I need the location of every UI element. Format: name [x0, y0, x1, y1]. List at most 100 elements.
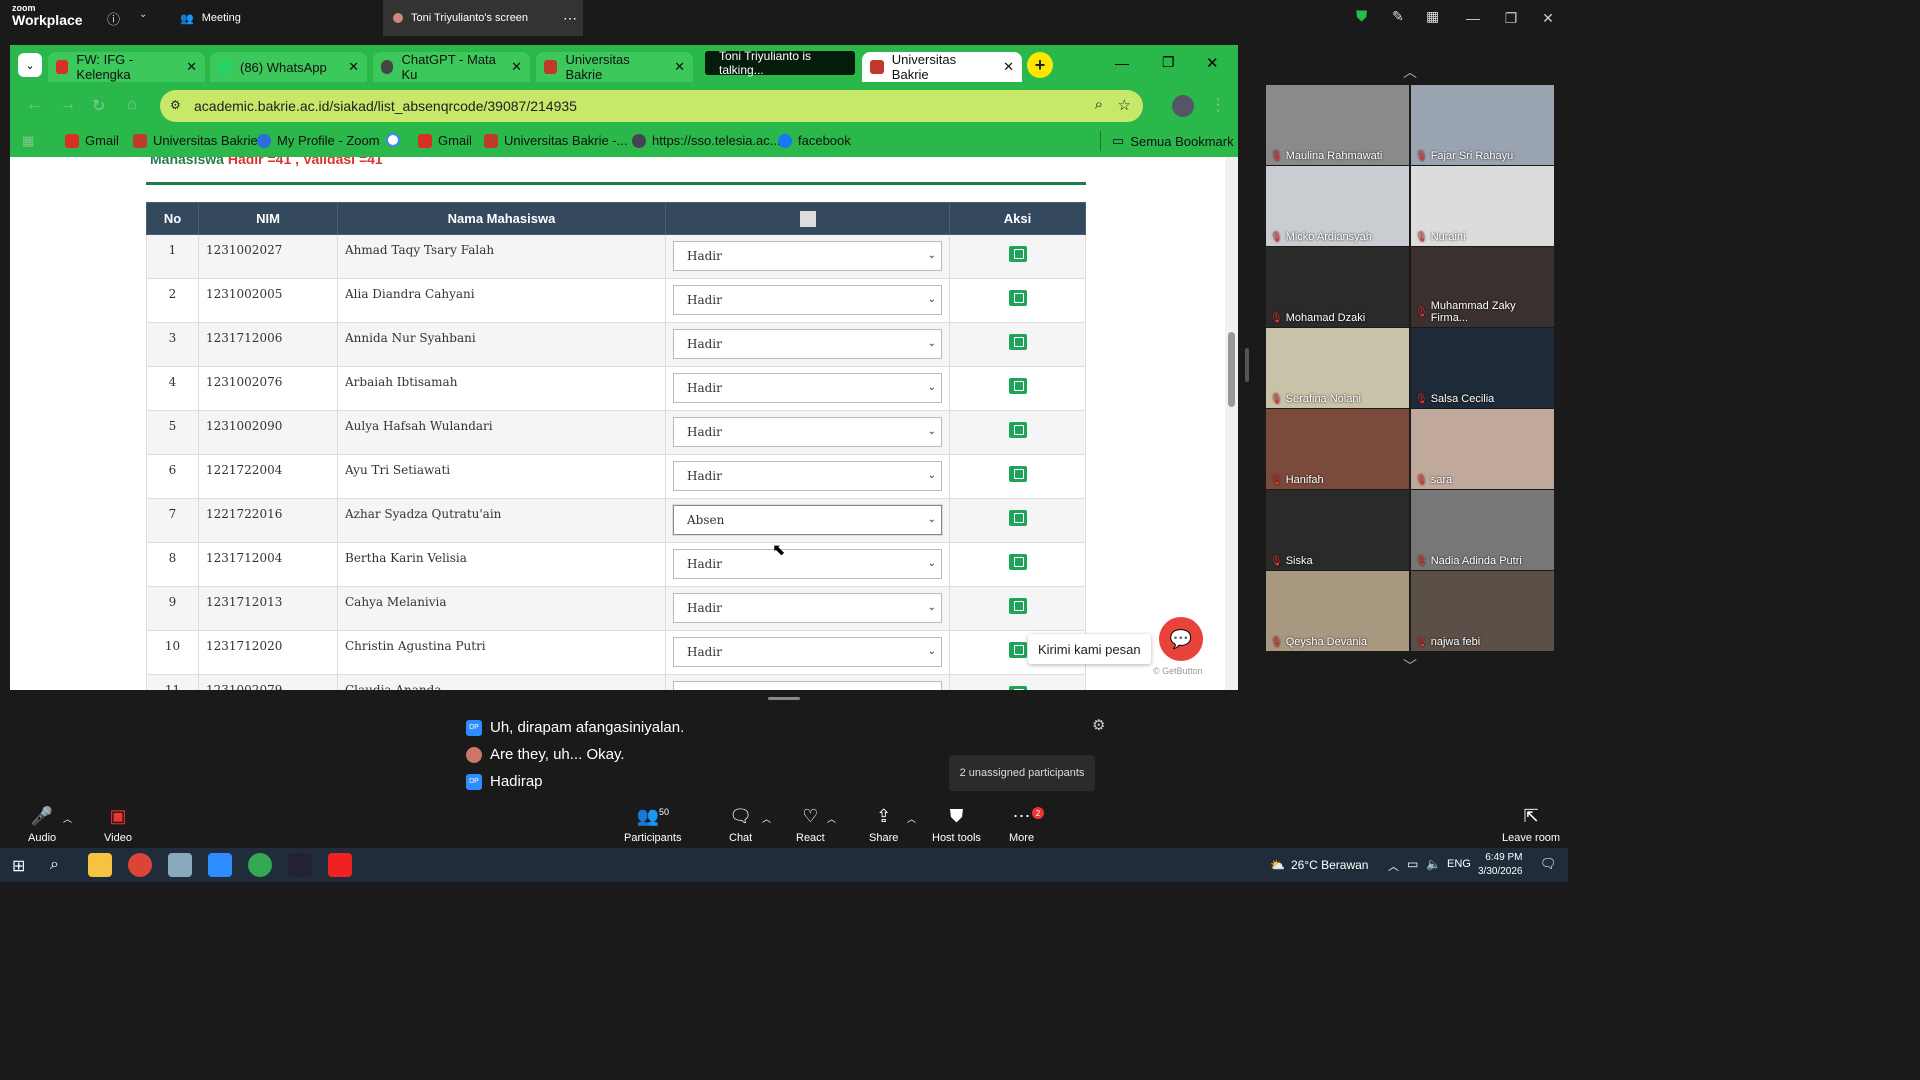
search-icon[interactable]: ⌕ — [50, 856, 59, 874]
save-icon[interactable] — [1008, 246, 1027, 262]
zoom-icon[interactable]: ⌕ — [1095, 96, 1103, 113]
bookmark-facebook[interactable]: facebook — [778, 133, 851, 148]
chat-button[interactable]: 🗨 Chat — [729, 806, 752, 844]
share-button[interactable]: ⇪ Share — [869, 806, 898, 844]
clock[interactable]: 6:49 PM 3/30/2026 — [1478, 851, 1523, 879]
close-tab-icon[interactable]: ✕ — [674, 59, 685, 75]
participant-tile[interactable]: 🎙 Micko Ardiansyah — [1266, 166, 1409, 246]
new-tab-button[interactable]: + — [1027, 52, 1053, 78]
participant-tile[interactable]: 🎙 Salsa Cecilia — [1411, 328, 1554, 408]
volume-icon[interactable]: 🔈 — [1426, 857, 1441, 871]
apps-icon[interactable]: ▦ — [22, 133, 34, 149]
attendance-status-select[interactable]: Hadir⌄ — [673, 593, 942, 623]
maximize-button[interactable]: ❐ — [1493, 0, 1529, 36]
participant-tile[interactable]: 🎙 najwa febi — [1411, 571, 1554, 651]
participant-tile[interactable]: 🎙 Qeysha Devania — [1266, 571, 1409, 651]
file-explorer-icon[interactable] — [88, 853, 112, 877]
info-icon[interactable]: ⓘ — [107, 9, 120, 28]
back-icon[interactable]: ← — [26, 96, 42, 114]
browser-tab-outlook[interactable]: FW: IFG - Kelengka ✕ — [48, 52, 205, 82]
host-tools-button[interactable]: ⛊ Host tools — [932, 806, 981, 844]
participant-tile[interactable]: 🎙 Hanifah — [1266, 409, 1409, 489]
tab-meeting[interactable]: 👥 Meeting — [160, 0, 382, 36]
save-icon[interactable] — [1008, 466, 1027, 482]
menu-icon[interactable]: ⋮ — [1210, 95, 1226, 115]
gallery-down-icon[interactable]: ﹀ — [1403, 656, 1417, 676]
tab-search-icon[interactable]: ⌄ — [18, 53, 42, 77]
attendance-status-select[interactable]: Hadir⌄ — [673, 681, 942, 690]
browser-tab-whatsapp[interactable]: (86) WhatsApp ✕ — [210, 52, 367, 82]
gallery-up-icon[interactable]: ︿ — [1403, 62, 1417, 82]
attendance-status-select[interactable]: Absen ⌄ — [673, 505, 942, 535]
close-button[interactable]: ✕ — [1530, 0, 1566, 36]
bookmark-bakrie-2[interactable]: Universitas Bakrie -... — [484, 133, 628, 148]
participant-tile[interactable]: 🎙 Muhammad Zaky Firma... — [1411, 247, 1554, 327]
chat-options-icon[interactable]: ︿ — [762, 812, 771, 825]
scrollbar[interactable] — [1225, 157, 1238, 690]
attendance-status-select[interactable]: Hadir⌄ — [673, 241, 942, 271]
react-options-icon[interactable]: ︿ — [827, 812, 836, 825]
close-tab-icon[interactable]: ✕ — [186, 59, 197, 75]
google-icon[interactable] — [386, 133, 400, 147]
settings-icon[interactable]: ⚙ — [1092, 716, 1105, 734]
url-bar[interactable]: ⚙ academic.bakrie.ac.id/siakad/list_abse… — [160, 90, 1143, 122]
home-icon[interactable]: ⌂ — [127, 96, 137, 114]
save-icon[interactable] — [1008, 554, 1027, 570]
layout-icon[interactable]: ▦ — [1426, 8, 1439, 25]
browser-tab-bakrie[interactable]: Universitas Bakrie ✕ — [536, 52, 693, 82]
minimize-button[interactable]: — — [1115, 55, 1129, 71]
chevron-down-icon[interactable]: ⌄ — [139, 9, 147, 20]
maximize-button[interactable]: ❐ — [1162, 54, 1175, 71]
save-icon[interactable] — [1008, 686, 1027, 690]
profile-avatar[interactable] — [1172, 95, 1194, 117]
attendance-status-select[interactable]: Hadir⌄ — [673, 461, 942, 491]
chrome-icon[interactable] — [128, 853, 152, 877]
participant-tile[interactable]: 🎙 Mohamad Dzaki — [1266, 247, 1409, 327]
chrome-profile-icon[interactable] — [248, 853, 272, 877]
bookmark-gmail-2[interactable]: Gmail — [418, 133, 472, 148]
pdf-reader-icon[interactable] — [328, 853, 352, 877]
scrollbar-thumb[interactable] — [1228, 332, 1235, 407]
bookmark-bakrie[interactable]: Universitas Bakrie — [133, 133, 258, 148]
bookmark-sso[interactable]: https://sso.telesia.ac... — [632, 133, 781, 148]
save-icon[interactable] — [1008, 290, 1027, 306]
notification-icon[interactable]: 🗨 — [1540, 856, 1557, 872]
attendance-status-select[interactable]: Hadir⌄ — [673, 417, 942, 447]
camera-app-icon[interactable] — [288, 853, 312, 877]
participant-tile[interactable]: 🎙 Fajar Sri Rahayu — [1411, 85, 1554, 165]
site-info-icon[interactable]: ⚙ — [170, 98, 181, 112]
weather-widget[interactable]: ⛅ 26°C Berawan — [1270, 858, 1368, 872]
captions-drag-handle[interactable] — [768, 697, 800, 700]
save-icon[interactable] — [1008, 378, 1027, 394]
resize-handle[interactable] — [1245, 348, 1249, 382]
save-icon[interactable] — [1008, 642, 1027, 658]
participant-tile[interactable]: 🎙 Nuraini — [1411, 166, 1554, 246]
edit-icon[interactable]: ✎ — [1392, 8, 1404, 25]
save-icon[interactable] — [1008, 598, 1027, 614]
unassigned-participants-badge[interactable]: 2 unassigned participants — [949, 755, 1095, 791]
all-bookmarks-folder[interactable]: ▭ Semua Bookmark — [1112, 133, 1234, 149]
shield-icon[interactable]: ⛊ — [1356, 8, 1367, 25]
attendance-status-select[interactable]: Hadir⌄ — [673, 637, 942, 667]
participant-tile[interactable]: 🎙 sara — [1411, 409, 1554, 489]
browser-tab-chatgpt[interactable]: ChatGPT - Mata Ku ✕ — [373, 52, 530, 82]
bookmark-zoom-profile[interactable]: My Profile - Zoom — [257, 133, 380, 148]
participant-tile[interactable]: 🎙 Maulina Rahmawati — [1266, 85, 1409, 165]
participants-button[interactable]: 👥50 Participants — [624, 806, 681, 844]
participant-tile[interactable]: 🎙 Nadia Adinda Putri — [1411, 490, 1554, 570]
minimize-button[interactable]: — — [1455, 0, 1491, 36]
share-options-icon[interactable]: ︿ — [907, 812, 916, 825]
save-icon[interactable] — [1008, 422, 1027, 438]
react-button[interactable]: ♡ React — [796, 806, 825, 844]
attendance-status-select[interactable]: Hadir⌄ — [673, 373, 942, 403]
attendance-status-select[interactable]: Hadir⌄ — [673, 549, 942, 579]
participant-tile[interactable]: 🎙 Serafina Nolani — [1266, 328, 1409, 408]
chat-widget-button[interactable]: 💬 — [1159, 617, 1203, 661]
close-button[interactable]: ✕ — [1206, 54, 1219, 72]
save-icon[interactable] — [1008, 510, 1027, 526]
close-tab-icon[interactable]: ✕ — [348, 59, 359, 75]
tab-shared-screen[interactable]: Toni Triyulianto's screen ⋯ — [383, 0, 583, 36]
close-tab-icon[interactable]: ✕ — [511, 59, 522, 75]
tray-chevron-icon[interactable]: ︿ — [1388, 858, 1399, 874]
video-button[interactable]: ▣ Video — [104, 806, 132, 844]
